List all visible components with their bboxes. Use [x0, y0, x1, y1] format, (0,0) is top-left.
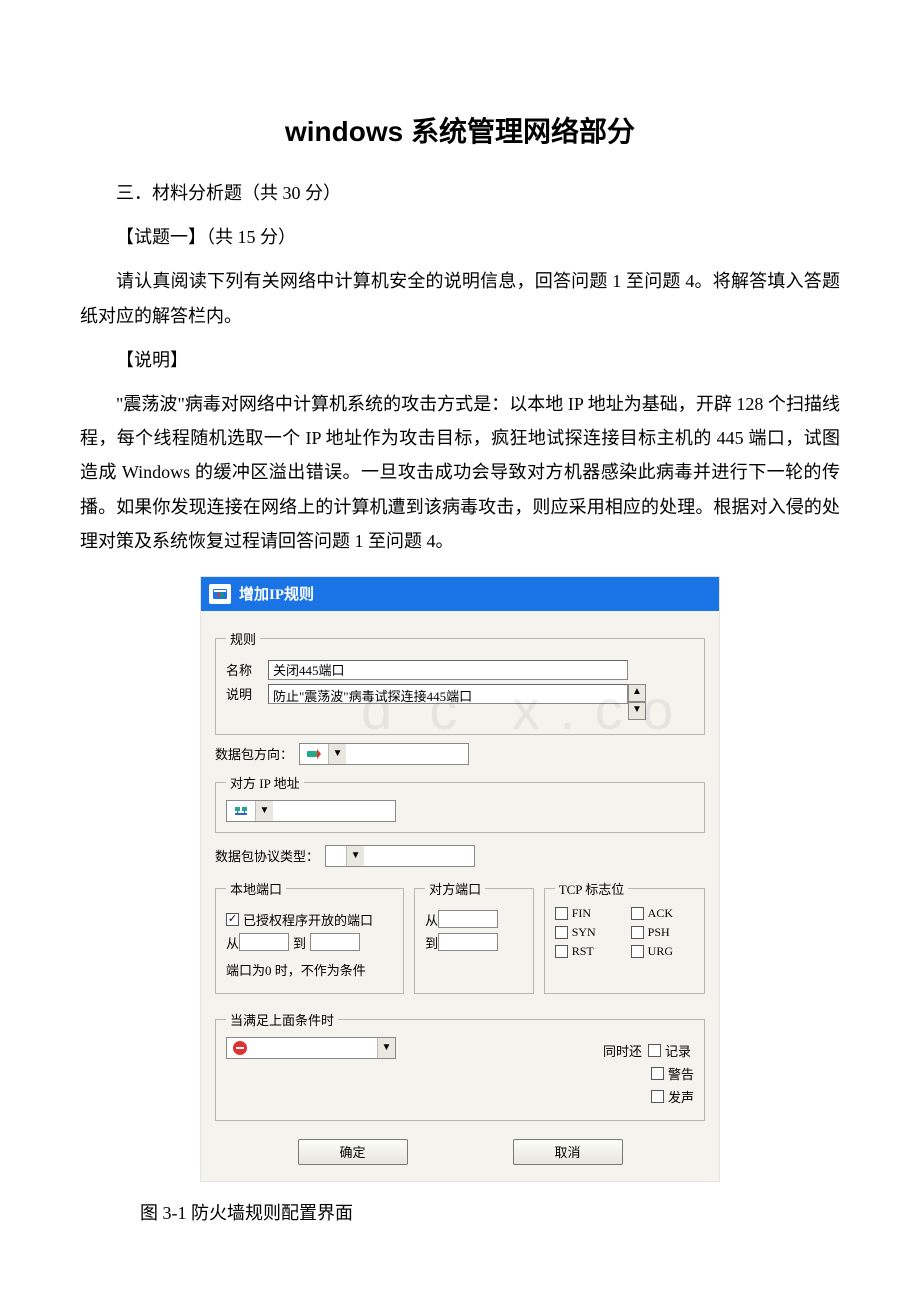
tcp-flags-legend: TCP 标志位 — [555, 879, 629, 898]
tcp-flags-fieldset: TCP 标志位 FIN ACK SYN PSH RST URG — [544, 879, 705, 994]
desc-scroll-down-icon[interactable]: ▼ — [628, 702, 646, 720]
remote-ip-dropdown[interactable]: ▼ — [226, 800, 396, 822]
local-port-from-input[interactable] — [239, 933, 289, 951]
remote-port-from-input[interactable] — [438, 910, 498, 928]
tcp-psh-checkbox[interactable] — [631, 926, 644, 939]
desc-label: 说明 — [226, 684, 268, 703]
tcp-psh-label: PSH — [648, 925, 670, 940]
intro-paragraph: 请认真阅读下列有关网络中计算机安全的说明信息，回答问题 1 至问题 4。将解答填… — [80, 264, 840, 332]
direction-label: 数据包方向： — [215, 744, 293, 763]
cancel-button[interactable]: 取消 — [513, 1139, 623, 1165]
tcp-fin-label: FIN — [572, 906, 591, 921]
section-heading: 三．材料分析题（共 30 分） — [80, 176, 840, 210]
remote-port-legend: 对方端口 — [425, 879, 485, 898]
name-label: 名称 — [226, 660, 268, 679]
condition-legend: 当满足上面条件时 — [226, 1010, 338, 1029]
also-label: 同时还 — [603, 1041, 642, 1060]
log-label: 记录 — [665, 1041, 691, 1060]
remote-port-from-label: 从 — [425, 910, 438, 929]
dialog-titlebar: 增加IP规则 — [201, 577, 719, 611]
dropdown-arrow-icon: ▼ — [346, 846, 364, 866]
tcp-ack-label: ACK — [648, 906, 673, 921]
block-icon — [233, 1041, 247, 1055]
rule-name-input[interactable] — [268, 660, 628, 680]
remote-port-to-input[interactable] — [438, 933, 498, 951]
dropdown-arrow-icon: ▼ — [255, 801, 273, 821]
remote-ip-legend: 对方 IP 地址 — [226, 773, 304, 792]
direction-dropdown[interactable]: ▼ — [299, 743, 469, 765]
tcp-syn-label: SYN — [572, 925, 596, 940]
rule-desc-input[interactable]: 防止"震荡波"病毒试探连接445端口 — [268, 684, 628, 704]
port-zero-note: 端口为0 时，不作为条件 — [226, 960, 366, 979]
ok-button[interactable]: 确定 — [298, 1139, 408, 1165]
local-port-fieldset: 本地端口 已授权程序开放的端口 从 到 端口为0 时，不作为条件 — [215, 879, 404, 994]
network-icon — [233, 804, 249, 818]
tcp-syn-checkbox[interactable] — [555, 926, 568, 939]
log-checkbox[interactable] — [648, 1044, 661, 1057]
page-title: windows 系统管理网络部分 — [80, 110, 840, 150]
remote-ip-fieldset: 对方 IP 地址 ▼ — [215, 773, 705, 833]
rule-legend: 规则 — [226, 629, 260, 648]
tcp-fin-checkbox[interactable] — [555, 907, 568, 920]
shuoming-body: "震荡波"病毒对网络中计算机系统的攻击方式是：以本地 IP 地址为基础，开辟 1… — [80, 387, 840, 558]
protocol-dropdown[interactable]: ▼ — [325, 845, 475, 867]
remote-port-fieldset: 对方端口 从 到 — [414, 879, 534, 994]
protocol-label: 数据包协议类型： — [215, 846, 319, 865]
rule-fieldset: 规则 名称 说明 防止"震荡波"病毒试探连接445端口 ▲ ▼ — [215, 629, 705, 735]
local-port-from-label: 从 — [226, 933, 239, 952]
tcp-rst-checkbox[interactable] — [555, 945, 568, 958]
tcp-rst-label: RST — [572, 944, 594, 959]
sound-checkbox[interactable] — [651, 1090, 664, 1103]
tcp-ack-checkbox[interactable] — [631, 907, 644, 920]
tcp-urg-checkbox[interactable] — [631, 945, 644, 958]
desc-scroll-up-icon[interactable]: ▲ — [628, 684, 646, 702]
shuoming-label: 【说明】 — [80, 343, 840, 377]
alert-label: 警告 — [668, 1064, 694, 1083]
local-port-to-input[interactable] — [310, 933, 360, 951]
action-dropdown[interactable]: ▼ — [226, 1037, 396, 1059]
firewall-rule-dialog: 增加IP规则 d c x . c o 规则 名称 说明 防止"震荡波"病毒试探连… — [200, 576, 720, 1182]
condition-fieldset: 当满足上面条件时 ▼ 同时还 记录 警告 发声 — [215, 1010, 705, 1121]
direction-icon — [306, 747, 322, 761]
alert-checkbox[interactable] — [651, 1067, 664, 1080]
remote-port-to-label: 到 — [425, 933, 438, 952]
dialog-title-text: 增加IP规则 — [239, 583, 314, 604]
dropdown-arrow-icon: ▼ — [328, 744, 346, 764]
authorized-port-label: 已授权程序开放的端口 — [243, 910, 373, 929]
tcp-urg-label: URG — [648, 944, 673, 959]
dialog-title-icon — [209, 584, 231, 604]
figure-caption: 图 3-1 防火墙规则配置界面 — [140, 1196, 840, 1230]
sound-label: 发声 — [668, 1087, 694, 1106]
local-port-legend: 本地端口 — [226, 879, 286, 898]
authorized-port-checkbox[interactable] — [226, 913, 239, 926]
local-port-to-label: 到 — [293, 933, 306, 952]
dropdown-arrow-icon: ▼ — [377, 1038, 395, 1058]
question-heading: 【试题一】（共 15 分） — [80, 220, 840, 254]
